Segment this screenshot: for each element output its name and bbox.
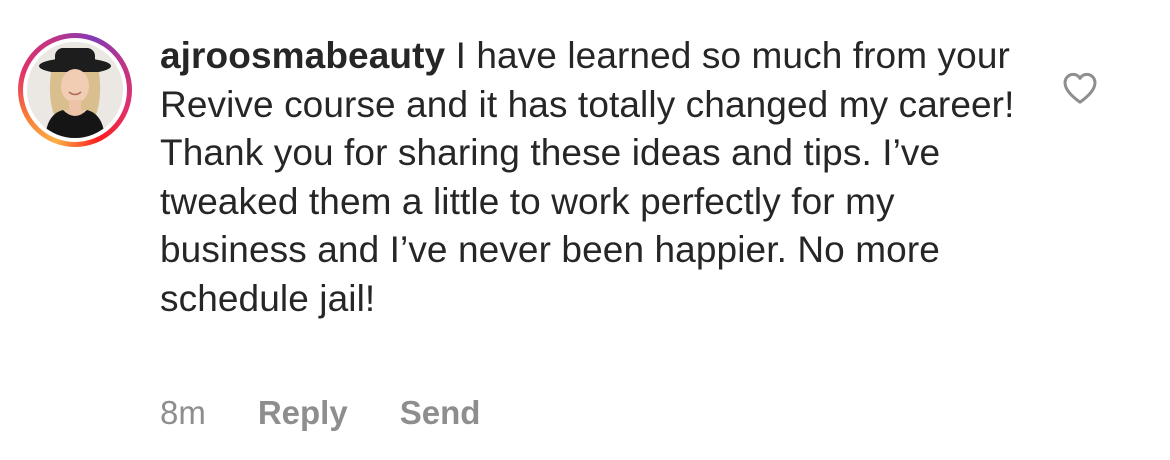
avatar-story-ring[interactable] bbox=[18, 33, 132, 147]
comment: ajroosmabeauty I have learned so much fr… bbox=[0, 0, 1170, 460]
heart-outline-icon bbox=[1063, 72, 1097, 104]
reply-button[interactable]: Reply bbox=[258, 393, 348, 433]
avatar[interactable] bbox=[27, 42, 123, 138]
profile-photo-icon bbox=[27, 42, 123, 138]
like-button[interactable] bbox=[1060, 68, 1100, 108]
comment-meta: 8m Reply Send bbox=[160, 393, 480, 433]
comment-timestamp: 8m bbox=[160, 394, 206, 431]
send-button[interactable]: Send bbox=[400, 393, 481, 433]
username-link[interactable]: ajroosmabeauty bbox=[160, 35, 445, 76]
comment-body: ajroosmabeauty I have learned so much fr… bbox=[160, 32, 1040, 323]
comment-text: I have learned so much from your Revive … bbox=[160, 35, 1015, 319]
